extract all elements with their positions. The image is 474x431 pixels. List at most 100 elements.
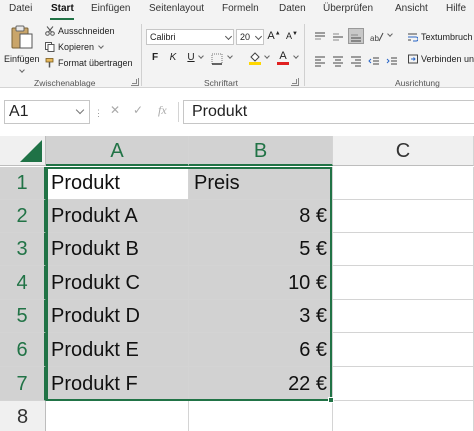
row-header[interactable]: 2 — [0, 200, 46, 233]
cell-c8[interactable] — [333, 401, 474, 431]
row-header[interactable]: 7 — [0, 367, 46, 401]
column-header-a[interactable]: A — [46, 136, 189, 166]
format-painter-button[interactable]: Format übertragen — [45, 58, 133, 68]
decrease-font-size-button[interactable]: A▼ — [285, 31, 299, 41]
row-header[interactable]: 1 — [0, 167, 46, 200]
cut-button[interactable]: Ausschneiden — [45, 26, 115, 36]
cell-c1[interactable] — [333, 167, 474, 200]
cell-b4[interactable]: 10 € — [189, 266, 333, 300]
spreadsheet-grid[interactable]: A B C 1 Produkt Preis 2 Produkt A 8 € 3 … — [0, 136, 474, 431]
formula-input[interactable]: Produkt — [183, 100, 474, 124]
tab-formeln[interactable]: Formeln — [222, 3, 259, 14]
select-all-button[interactable] — [0, 136, 46, 166]
paintbrush-icon — [45, 58, 55, 68]
clipboard-group-label: Zwischenablage — [34, 78, 96, 88]
copy-button[interactable]: Kopieren — [45, 42, 104, 52]
tab-ansicht[interactable]: Ansicht — [395, 3, 428, 14]
cell-b2[interactable]: 8 € — [189, 200, 333, 233]
bold-button[interactable]: F — [148, 52, 162, 63]
tab-hilfe[interactable]: Hilfe — [446, 3, 466, 14]
copy-label: Kopieren — [58, 42, 95, 52]
cell-c3[interactable] — [333, 233, 474, 266]
increase-indent-icon — [386, 57, 397, 65]
wrap-text-button[interactable]: Textumbruch — [408, 32, 473, 42]
tab-daten[interactable]: Daten — [279, 3, 306, 14]
group-divider — [141, 24, 142, 86]
wrap-text-label: Textumbruch — [421, 32, 473, 42]
column-header-c[interactable]: C — [333, 136, 474, 166]
row-header[interactable]: 5 — [0, 300, 46, 333]
align-left-button[interactable] — [314, 54, 326, 67]
cell-b8[interactable] — [189, 401, 333, 431]
underline-button[interactable]: U — [184, 52, 198, 63]
tab-start[interactable]: Start — [51, 3, 74, 14]
scissors-icon — [45, 26, 55, 36]
formula-bar: A1 ⋮ ✕ ✓ fx Produkt — [0, 96, 474, 128]
cell-a5[interactable]: Produkt D — [46, 300, 189, 333]
font-size-select[interactable]: 20 — [236, 29, 264, 45]
cell-c4[interactable] — [333, 266, 474, 300]
row-header[interactable]: 3 — [0, 233, 46, 266]
font-launcher-icon[interactable] — [291, 78, 299, 86]
row-header[interactable]: 4 — [0, 266, 46, 300]
clipboard-launcher-icon[interactable] — [131, 78, 139, 86]
cell-a1[interactable]: Produkt — [46, 167, 189, 200]
cancel-icon[interactable]: ✕ — [110, 103, 120, 117]
cell-a6[interactable]: Produkt E — [46, 333, 189, 367]
borders-button[interactable] — [211, 52, 223, 65]
increase-indent-button[interactable] — [386, 54, 398, 66]
align-middle-button[interactable] — [332, 30, 344, 42]
chevron-down-icon — [293, 53, 299, 59]
font-color-icon: A — [279, 50, 287, 62]
decrease-indent-button[interactable] — [368, 54, 380, 66]
name-box[interactable]: A1 — [4, 100, 90, 124]
svg-text:ab: ab — [370, 34, 379, 43]
cell-b6[interactable]: 6 € — [189, 333, 333, 367]
cell-b1[interactable]: Preis — [189, 167, 333, 200]
ribbon-tab-bar: Datei Start Einfügen Seitenlayout Formel… — [0, 0, 474, 20]
cell-b7[interactable]: 22 € — [189, 367, 333, 401]
merge-center-button[interactable]: Verbinden und — [408, 54, 474, 64]
chevron-down-icon — [75, 105, 85, 115]
cell-c7[interactable] — [333, 367, 474, 401]
cell-b3[interactable]: 5 € — [189, 233, 333, 266]
row-header[interactable]: 6 — [0, 333, 46, 367]
align-top-button[interactable] — [314, 30, 326, 42]
align-center-button[interactable] — [332, 54, 344, 67]
chevron-down-icon — [224, 32, 233, 41]
orientation-button[interactable]: ab — [370, 30, 384, 43]
name-box-value: A1 — [9, 103, 29, 120]
font-name-select[interactable]: Calibri — [146, 29, 234, 45]
copy-icon — [45, 42, 55, 52]
cell-c2[interactable] — [333, 200, 474, 233]
tab-ueberpruefen[interactable]: Überprüfen — [323, 3, 373, 14]
tab-seitenlayout[interactable]: Seitenlayout — [149, 3, 204, 14]
align-bottom-button[interactable] — [348, 28, 364, 44]
row-header[interactable]: 8 — [0, 401, 46, 431]
italic-button[interactable]: K — [166, 52, 180, 63]
align-right-button[interactable] — [350, 54, 362, 67]
cell-a7[interactable]: Produkt F — [46, 367, 189, 401]
cell-b5[interactable]: 3 € — [189, 300, 333, 333]
tab-einfuegen[interactable]: Einfügen — [91, 3, 130, 14]
paste-button[interactable]: Einfügen — [4, 24, 40, 74]
fill-handle[interactable] — [328, 397, 334, 403]
cell-c5[interactable] — [333, 300, 474, 333]
column-header-b[interactable]: B — [189, 136, 333, 166]
cell-a8[interactable] — [46, 401, 189, 431]
enter-icon[interactable]: ✓ — [133, 103, 143, 117]
borders-icon — [211, 53, 223, 65]
font-color-button[interactable]: A — [277, 50, 289, 65]
cell-a4[interactable]: Produkt C — [46, 266, 189, 300]
increase-font-size-button[interactable]: A▲ — [267, 30, 281, 42]
chevron-down-icon — [98, 42, 104, 49]
format-painter-label: Format übertragen — [58, 58, 133, 68]
tab-datei[interactable]: Datei — [9, 3, 32, 14]
cell-c6[interactable] — [333, 333, 474, 367]
insert-function-button[interactable]: fx — [158, 103, 167, 118]
cell-a2[interactable]: Produkt A — [46, 200, 189, 233]
fill-color-button[interactable] — [248, 51, 262, 65]
formula-bar-divider — [178, 102, 179, 122]
formula-bar-grip-icon[interactable]: ⋮ — [94, 108, 103, 119]
cell-a3[interactable]: Produkt B — [46, 233, 189, 266]
